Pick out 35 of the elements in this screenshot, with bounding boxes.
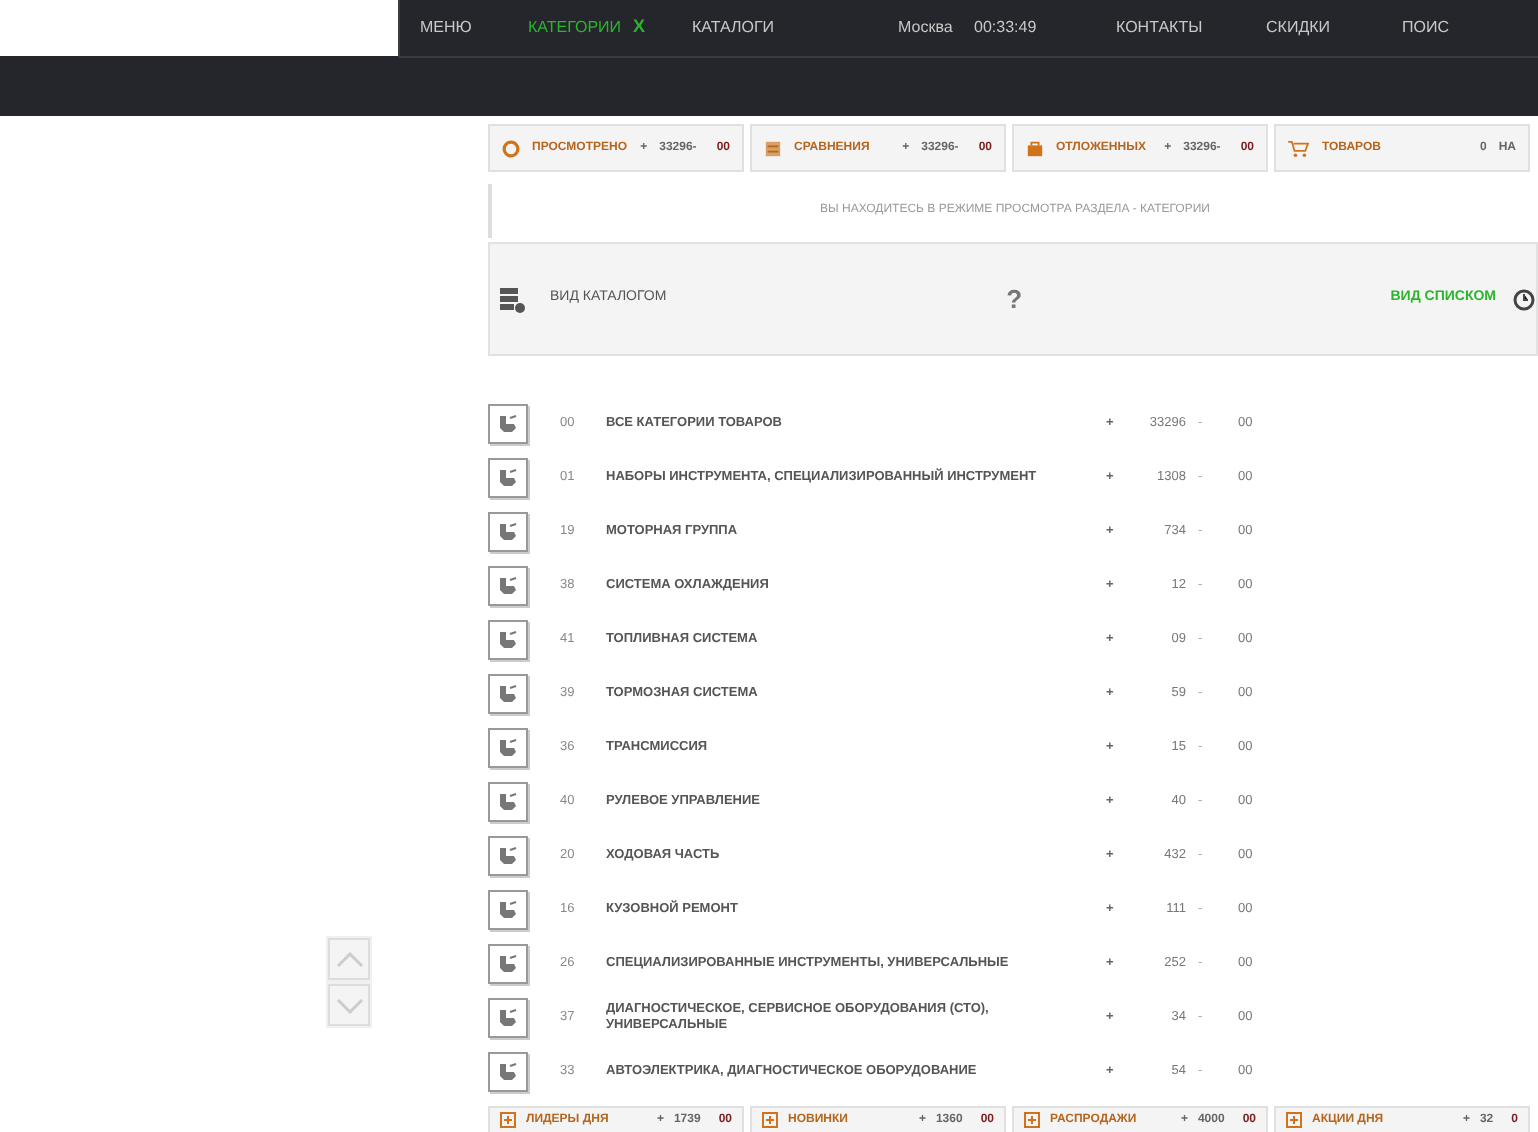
nav-link[interactable]: МЕНЮ bbox=[420, 16, 472, 40]
category-thumbnail[interactable] bbox=[488, 511, 528, 551]
category-thumbnail[interactable] bbox=[488, 565, 528, 605]
category-thumbnail[interactable] bbox=[488, 403, 528, 443]
category-thumbnail[interactable] bbox=[488, 997, 528, 1037]
list-icon bbox=[764, 139, 782, 157]
city-label: Москва bbox=[898, 16, 955, 40]
plus-square-icon bbox=[1286, 1112, 1302, 1128]
clock-icon[interactable] bbox=[1512, 287, 1536, 311]
help-icon[interactable]: ? bbox=[1006, 279, 1023, 319]
circle-icon bbox=[502, 139, 520, 157]
category-thumbnail[interactable] bbox=[488, 1051, 528, 1091]
plus-square-icon bbox=[1024, 1112, 1040, 1128]
cart-icon bbox=[1288, 139, 1310, 157]
category-thumbnail[interactable] bbox=[488, 727, 528, 767]
chevron-down-icon bbox=[335, 997, 363, 1013]
category-thumbnail[interactable] bbox=[488, 781, 528, 821]
chevron-up-icon bbox=[335, 951, 363, 967]
nav-link[interactable]: СКИДКИ bbox=[1266, 16, 1402, 40]
nav-link[interactable]: КАТЕГОРИИ bbox=[528, 16, 622, 40]
category-thumbnail[interactable] bbox=[488, 673, 528, 713]
category-thumbnail[interactable] bbox=[488, 457, 528, 497]
catalog-icon bbox=[498, 285, 526, 313]
close-button[interactable]: Х bbox=[633, 14, 646, 42]
bag-icon bbox=[1026, 139, 1044, 157]
nav-link[interactable]: КОНТАКТЫ bbox=[1116, 16, 1266, 40]
plus-square-icon bbox=[500, 1112, 516, 1128]
nav-link[interactable]: ПОИС bbox=[1402, 16, 1538, 40]
plus-square-icon bbox=[762, 1112, 778, 1128]
category-thumbnail[interactable] bbox=[488, 943, 528, 983]
category-thumbnail[interactable] bbox=[488, 889, 528, 929]
nav-link[interactable]: КАТАЛОГИ bbox=[692, 16, 775, 40]
time-label: 00:33:49 bbox=[974, 16, 1039, 40]
category-thumbnail[interactable] bbox=[488, 619, 528, 659]
category-thumbnail[interactable] bbox=[488, 835, 528, 875]
